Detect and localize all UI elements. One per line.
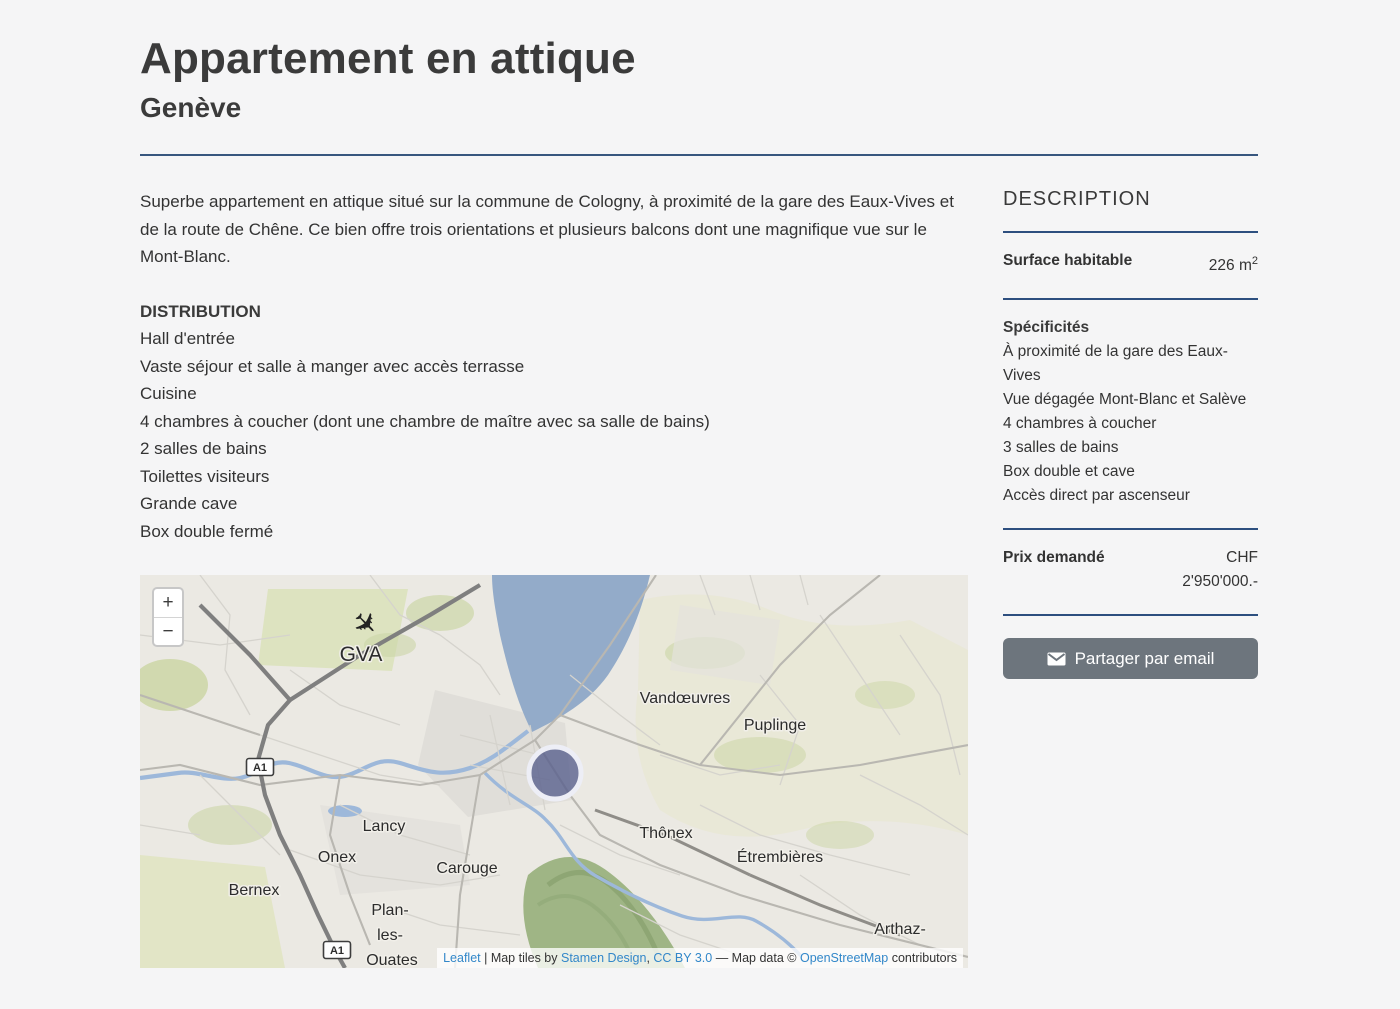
- cc-by-link[interactable]: CC BY 3.0: [653, 951, 712, 965]
- leaflet-link[interactable]: Leaflet: [443, 951, 481, 965]
- price-currency: CHF: [1226, 549, 1258, 566]
- stamen-design-link[interactable]: Stamen Design: [561, 951, 646, 965]
- openstreetmap-link[interactable]: OpenStreetMap: [800, 951, 888, 965]
- distribution-item: 2 salles de bains: [140, 435, 968, 463]
- spec-item: Box double et cave: [1003, 460, 1258, 484]
- map-label-carouge: Carouge: [436, 860, 497, 877]
- attribution-text: | Map tiles by: [481, 951, 561, 965]
- map-label-bernex: Bernex: [229, 882, 280, 899]
- map-label-etrembieres: Étrembières: [737, 847, 823, 866]
- map-label-lancy: Lancy: [363, 818, 406, 835]
- distribution-item: Box double fermé: [140, 518, 968, 546]
- distribution-item: Vaste séjour et salle à manger avec accè…: [140, 353, 968, 381]
- a1-road-badge: A1: [247, 759, 274, 776]
- map-label-arthaz: Arthaz-: [874, 921, 926, 938]
- distribution-item: Grande cave: [140, 490, 968, 518]
- map-attribution: Leaflet | Map tiles by Stamen Design, CC…: [437, 948, 963, 968]
- spec-item: Vue dégagée Mont-Blanc et Salève: [1003, 388, 1258, 412]
- map-label-ouates: Ouates: [366, 952, 418, 968]
- main-column: Superbe appartement en attique situé sur…: [140, 188, 968, 968]
- page-subtitle: Genève: [140, 92, 1258, 124]
- email-icon: [1047, 652, 1066, 666]
- spec-item: À proximité de la gare des Eaux-Vives: [1003, 340, 1258, 388]
- map-label-plan: Plan-: [371, 902, 408, 919]
- svg-text:A1: A1: [253, 762, 267, 774]
- surface-row: Surface habitable 226 m2: [1003, 233, 1258, 298]
- property-description: Superbe appartement en attique situé sur…: [140, 188, 968, 271]
- page-container: Appartement en attique Genève Superbe ap…: [140, 0, 1258, 968]
- map-label-gva: GVA: [340, 643, 383, 666]
- distribution-item: Toilettes visiteurs: [140, 463, 968, 491]
- map[interactable]: ✈ A1 A1 GVA Vandœuvres: [140, 575, 968, 968]
- zoom-in-button[interactable]: +: [154, 589, 182, 617]
- price-amount: 2'950'000.-: [1182, 570, 1258, 594]
- property-marker: [529, 747, 581, 799]
- map-label-puplinge: Puplinge: [744, 717, 806, 734]
- specs-heading: Spécificités: [1003, 316, 1258, 340]
- map-label-onex: Onex: [318, 849, 356, 866]
- map-label-vandoeuvres: Vandœuvres: [640, 690, 730, 707]
- specs-section: Spécificités À proximité de la gare des …: [1003, 300, 1258, 528]
- svg-text:A1: A1: [330, 945, 344, 957]
- sidebar-title: DESCRIPTION: [1003, 188, 1258, 231]
- price-row: Prix demandé CHF 2'950'000.-: [1003, 530, 1258, 614]
- surface-label: Surface habitable: [1003, 249, 1132, 273]
- share-by-email-button[interactable]: Partager par email: [1003, 638, 1258, 679]
- page-title: Appartement en attique: [140, 34, 1258, 84]
- distribution-item: Hall d'entrée: [140, 325, 968, 353]
- surface-value: 226 m2: [1209, 249, 1258, 278]
- map-label-les: les-: [377, 927, 403, 944]
- price-value: CHF 2'950'000.-: [1182, 546, 1258, 594]
- attribution-text: — Map data ©: [712, 951, 800, 965]
- spec-item: 4 chambres à coucher: [1003, 412, 1258, 436]
- spec-item: 3 salles de bains: [1003, 436, 1258, 460]
- sidebar: DESCRIPTION Surface habitable 226 m2 Spé…: [1003, 188, 1258, 968]
- distribution-item: Cuisine: [140, 380, 968, 408]
- distribution-heading: DISTRIBUTION: [140, 298, 968, 326]
- attribution-text: contributors: [888, 951, 957, 965]
- sidebar-divider: [1003, 614, 1258, 616]
- price-label: Prix demandé: [1003, 546, 1105, 570]
- spec-item: Accès direct par ascenseur: [1003, 484, 1258, 508]
- map-label-thonex: Thônex: [639, 825, 692, 842]
- zoom-out-button[interactable]: −: [154, 617, 182, 645]
- header-divider: [140, 154, 1258, 156]
- a1-road-badge: A1: [324, 942, 351, 959]
- distribution-item: 4 chambres à coucher (dont une chambre d…: [140, 408, 968, 436]
- map-zoom-control: + −: [152, 587, 184, 647]
- map-tiles: ✈ A1 A1 GVA Vandœuvres: [140, 575, 968, 968]
- share-button-label: Partager par email: [1075, 649, 1215, 669]
